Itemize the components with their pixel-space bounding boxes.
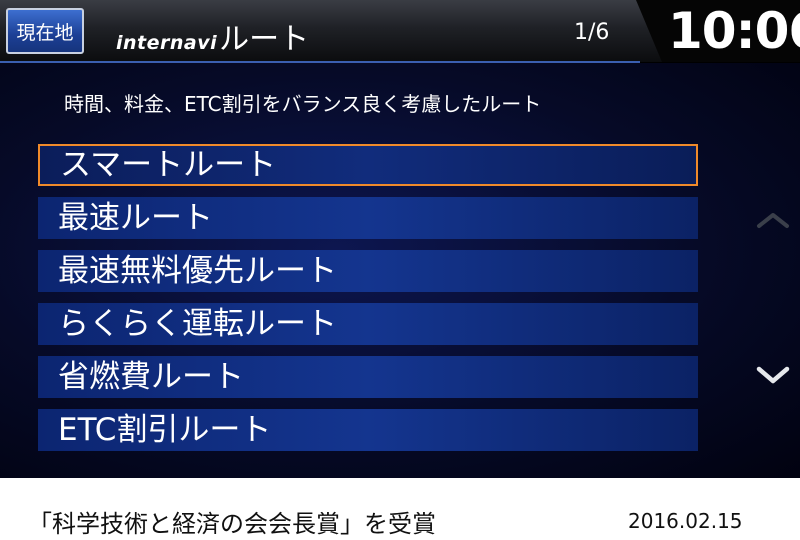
route-item-easy-drive[interactable]: らくらく運転ルート [38,303,698,345]
chevron-down-icon[interactable] [756,364,790,386]
chevron-up-icon[interactable] [756,210,790,230]
brand-logo: internavi [116,32,218,54]
navigation-screen: 現在地 internaviルート 1/6 10:06 時間、料金、ETC割引をバ… [0,0,800,478]
route-item-label: スマートルート [60,147,277,183]
clock: 10:06 [668,2,800,60]
route-item-label: らくらく運転ルート [58,306,337,342]
screen-title: internaviルート [116,14,309,58]
route-item-fastest-free[interactable]: 最速無料優先ルート [38,250,698,292]
current-location-button[interactable]: 現在地 [6,8,84,54]
route-item-label: 省燃費ルート [58,359,244,395]
route-description: 時間、料金、ETC割引をバランス良く考慮したルート [64,92,542,116]
route-item-etc[interactable]: ETC割引ルート [38,409,698,451]
title-text: ルート [219,22,310,57]
route-item-label: 最速無料優先ルート [58,253,337,289]
route-item-fastest[interactable]: 最速ルート [38,197,698,239]
caption: 「科学技術と経済の会会長賞」を受賞 [28,510,436,538]
page-indicator: 1/6 [574,20,610,45]
route-item-eco[interactable]: 省燃費ルート [38,356,698,398]
route-item-label: ETC割引ルート [58,412,272,448]
date: 2016.02.15 [628,509,743,533]
route-item-smart[interactable]: スマートルート [38,144,698,186]
route-item-label: 最速ルート [58,200,213,236]
